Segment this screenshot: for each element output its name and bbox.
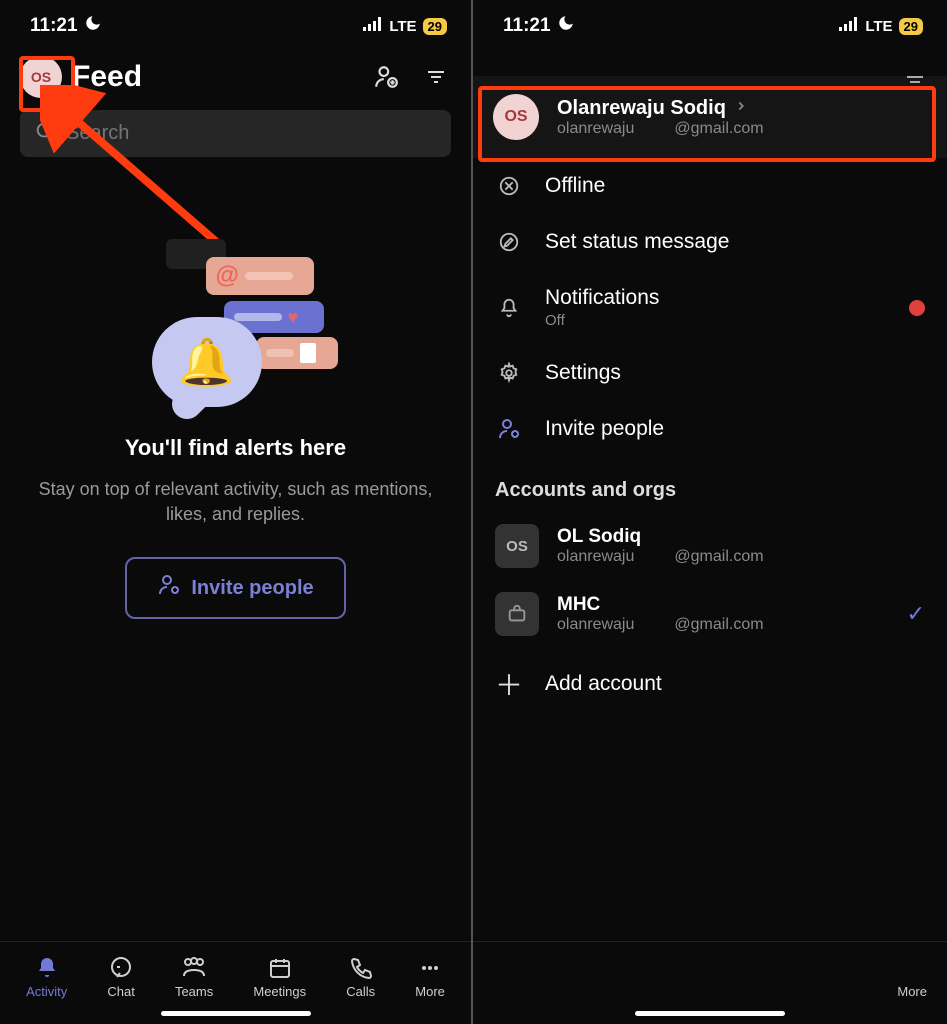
menu-settings[interactable]: Settings [473, 345, 947, 401]
chevron-right-icon [734, 99, 748, 118]
page-title: Feed [72, 60, 361, 94]
moon-icon [84, 14, 102, 38]
menu-label: Notifications [545, 286, 887, 310]
battery-badge: 29 [899, 18, 923, 35]
more-icon [418, 956, 442, 980]
tab-label: Calls [346, 984, 375, 999]
tab-teams[interactable]: Teams [175, 956, 213, 999]
menu-status-offline[interactable]: Offline [473, 158, 947, 214]
calendar-icon [268, 956, 292, 980]
account-email-user: olanrewaju [557, 548, 634, 566]
chat-icon [109, 956, 133, 980]
section-accounts-title: Accounts and orgs [473, 457, 947, 512]
tab-label: Teams [175, 984, 213, 999]
menu-notifications[interactable]: Notifications Off [473, 270, 947, 345]
invite-people-icon[interactable] [371, 62, 401, 92]
profile-avatar: OS [493, 94, 539, 140]
status-bar: 11:21 LTE 29 [473, 0, 947, 46]
empty-state-subtitle: Stay on top of relevant activity, such a… [36, 477, 435, 527]
menu-set-status[interactable]: Set status message [473, 214, 947, 270]
add-account-label: Add account [545, 672, 925, 696]
account-avatar: OS [495, 524, 539, 568]
bell-bubble: 🔔 [152, 317, 262, 407]
home-indicator[interactable] [635, 1011, 785, 1016]
menu-label: Invite people [545, 417, 925, 441]
battery-badge: 29 [423, 18, 447, 35]
mention-bubble: @ [206, 257, 314, 295]
tab-more[interactable]: More [415, 956, 445, 999]
alert-badge [909, 300, 925, 316]
briefcase-icon [495, 592, 539, 636]
plus-icon: ＋ [495, 664, 523, 704]
account-name: OL Sodiq [557, 526, 925, 548]
search-input[interactable] [20, 110, 451, 157]
signal-icon [363, 15, 383, 37]
search-icon [34, 120, 56, 147]
signal-icon [839, 15, 859, 37]
profile-email-domain: @gmail.com [674, 120, 763, 138]
avatar-button[interactable]: OS [20, 56, 62, 98]
empty-state-title: You'll find alerts here [0, 435, 471, 461]
invite-people-button[interactable]: Invite people [125, 557, 345, 619]
edit-icon [495, 231, 523, 253]
home-indicator[interactable] [161, 1011, 311, 1016]
account-item[interactable]: OS OL Sodiq olanrewaju @gmail.com [473, 512, 947, 580]
bell-icon: 🔔 [178, 335, 235, 390]
moon-icon [557, 14, 575, 38]
bottom-tab-bar: Activity Chat Teams Meetings Calls More [0, 941, 471, 1003]
bell-icon [35, 956, 59, 980]
gear-icon [495, 362, 523, 384]
network-label: LTE [389, 18, 416, 35]
phone-icon [349, 956, 373, 980]
status-time: 11:21 [503, 15, 551, 37]
menu-invite-people[interactable]: Invite people [473, 401, 947, 457]
tab-activity[interactable]: Activity [26, 956, 67, 999]
header: OS Feed [0, 46, 471, 104]
profile-name: Olanrewaju Sodiq [557, 97, 726, 120]
invite-people-icon [157, 573, 181, 603]
network-label: LTE [865, 18, 892, 35]
tab-label: Chat [107, 984, 134, 999]
status-bar: 11:21 LTE 29 [0, 0, 471, 46]
search-field[interactable] [66, 122, 437, 145]
account-email-domain: @gmail.com [674, 616, 763, 634]
tab-label: Meetings [253, 984, 306, 999]
filter-icon[interactable] [421, 62, 451, 92]
tab-calls[interactable]: Calls [346, 956, 375, 999]
tab-meetings[interactable]: Meetings [253, 956, 306, 999]
add-account-button[interactable]: ＋ Add account [473, 648, 947, 720]
invite-people-label: Invite people [191, 577, 313, 600]
account-name: MHC [557, 594, 889, 616]
filter-icon[interactable] [903, 70, 927, 99]
tab-chat[interactable]: Chat [107, 956, 134, 999]
profile-email-user: olanrewaju [557, 120, 634, 138]
bottom-tab-bar-partial: • More [473, 941, 947, 1003]
menu-label: Set status message [545, 230, 925, 254]
tab-label: More [415, 984, 445, 999]
account-email-domain: @gmail.com [674, 548, 763, 566]
teams-icon [181, 956, 207, 980]
menu-sublabel: Off [545, 312, 887, 329]
account-email-user: olanrewaju [557, 616, 634, 634]
menu-label: Offline [545, 174, 925, 198]
check-icon: ✓ [907, 601, 925, 627]
tab-label: More [897, 984, 927, 999]
bell-icon [495, 297, 523, 319]
status-time: 11:21 [30, 15, 78, 37]
tab-label: Activity [26, 984, 67, 999]
menu-label: Settings [545, 361, 925, 385]
profile-card[interactable]: OS Olanrewaju Sodiq olanrewaju @gmail.co… [473, 76, 947, 158]
invite-people-icon [495, 417, 523, 441]
empty-state-illustration: @ ♥ 🔔 [136, 207, 336, 407]
doc-bubble [256, 337, 338, 369]
offline-icon [495, 175, 523, 197]
tab-more[interactable]: • More [897, 956, 927, 999]
account-item[interactable]: MHC olanrewaju @gmail.com ✓ [473, 580, 947, 648]
